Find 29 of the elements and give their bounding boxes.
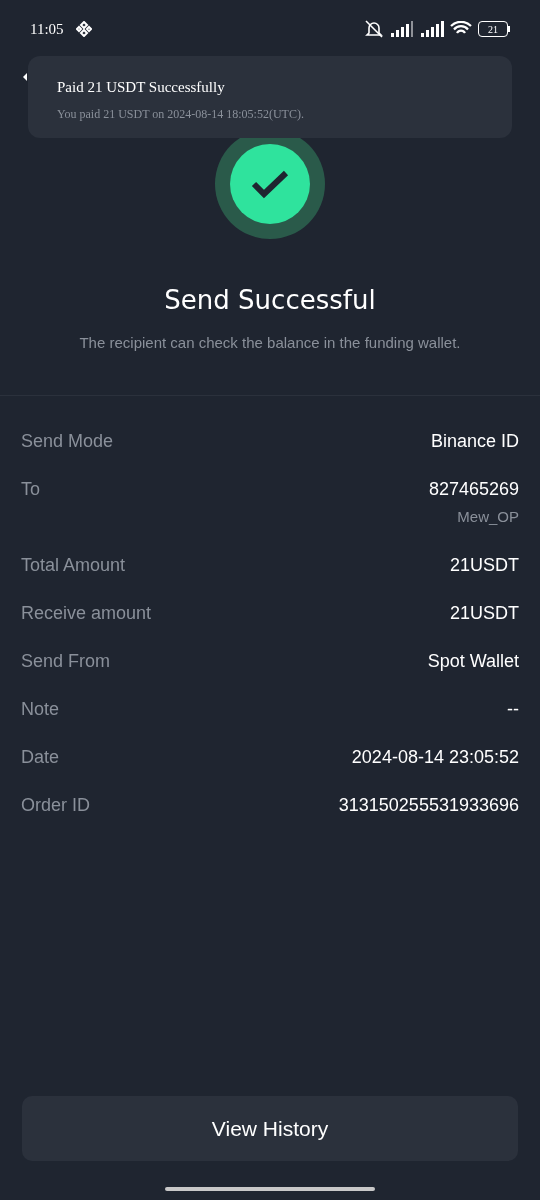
- muted-bell-icon: [364, 19, 384, 39]
- result-title: Send Successful: [164, 284, 376, 317]
- detail-label: Note: [21, 698, 60, 720]
- battery-icon: 21: [478, 21, 510, 37]
- detail-value: Spot Wallet: [427, 650, 519, 672]
- detail-label: Receive amount: [21, 602, 152, 624]
- detail-value: 21USDT: [449, 554, 519, 576]
- view-history-button[interactable]: View History: [22, 1096, 518, 1161]
- result-subtitle: The recipient can check the balance in the funding wallet.: [79, 333, 461, 353]
- detail-label: Send From: [21, 650, 111, 672]
- signal-icon: [390, 21, 414, 37]
- detail-value: 2024-08-14 23:05:52: [351, 746, 519, 768]
- detail-label: Send Mode: [21, 429, 114, 452]
- detail-value: 21USDT: [449, 602, 519, 624]
- detail-value: 827465269: [428, 477, 519, 500]
- status-time: 11:05: [30, 19, 64, 39]
- diamond-logo-icon: [75, 21, 92, 37]
- detail-label: Date: [21, 746, 60, 768]
- detail-subvalue: Mew_OP: [457, 506, 519, 527]
- notification-title: Paid 21 USDT Successfully: [57, 78, 226, 97]
- detail-value: --: [507, 698, 519, 720]
- detail-label: Total Amount: [21, 554, 126, 576]
- detail-label: Order ID: [21, 794, 90, 816]
- detail-value: Binance ID: [430, 429, 519, 452]
- notification-banner[interactable]: Paid 21 USDT Successfully You paid 21 USDT on 2024-08-14 18:05:52(UTC).: [28, 56, 512, 138]
- detail-label: To: [21, 477, 40, 500]
- detail-value: 313150255531933696: [338, 794, 519, 816]
- notification-message: You paid 21 USDT on 2024-08-14 18:05:52(UTC).: [57, 105, 305, 123]
- signal-icon: [420, 21, 444, 37]
